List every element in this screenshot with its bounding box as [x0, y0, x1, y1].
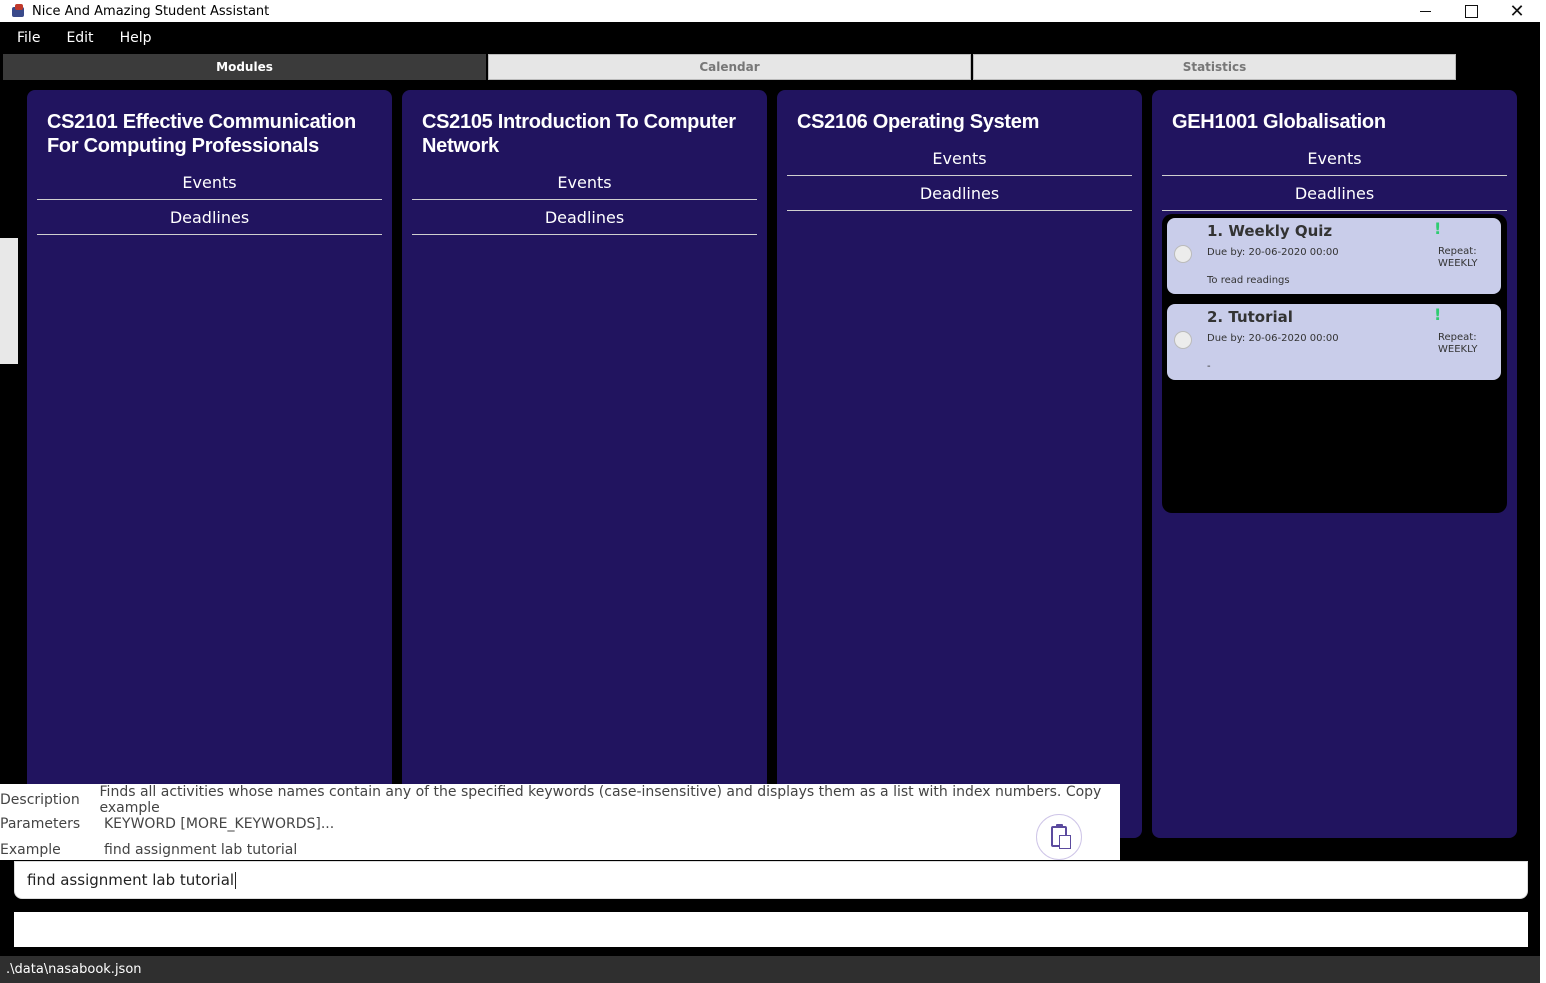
example-label: Example — [0, 842, 61, 858]
deadline-due: Due by: 20-06-2020 00:00 — [1207, 247, 1339, 258]
events-section: Events — [1162, 141, 1507, 176]
repeat-value: WEEKLY — [1438, 258, 1478, 269]
module-card: CS2106 Operating System Events Deadlines — [777, 90, 1142, 838]
module-title: GEH1001 Globalisation — [1172, 111, 1386, 133]
menu-edit[interactable]: Edit — [66, 30, 93, 46]
module-title: CS2106 Operating System — [797, 111, 1040, 133]
priority-icon: ! — [1434, 305, 1442, 324]
title-bar: Nice And Amazing Student Assistant ✕ — [0, 0, 1546, 22]
module-card: CS2105 Introduction To Computer Network … — [402, 90, 767, 838]
status-bar: .\data\nasabook.json — [0, 956, 1540, 983]
minimize-button[interactable] — [1402, 0, 1448, 22]
result-display — [14, 912, 1528, 947]
copy-example-button[interactable] — [1036, 814, 1082, 860]
menu-help[interactable]: Help — [120, 30, 152, 46]
text-caret — [235, 872, 237, 889]
deadline-card[interactable]: 1. Weekly Quiz Due by: 20-06-2020 00:00 … — [1167, 218, 1501, 294]
save-location: .\data\nasabook.json — [6, 962, 142, 977]
repeat-label: Repeat: — [1438, 332, 1477, 343]
example-text: find assignment lab tutorial — [104, 842, 298, 858]
module-card: GEH1001 Globalisation Events Deadlines 1… — [1152, 90, 1517, 838]
tab-calendar[interactable]: Calendar — [488, 54, 971, 80]
minimize-icon — [1419, 10, 1431, 12]
background-window-edge — [0, 238, 18, 364]
parameters-label: Parameters — [0, 816, 81, 832]
done-checkbox[interactable] — [1174, 331, 1192, 349]
deadlines-section: Deadlines — [787, 176, 1132, 211]
module-card: CS2101 Effective Communication For Compu… — [27, 90, 392, 838]
description-label: Description — [0, 792, 80, 808]
events-section: Events — [412, 165, 757, 200]
deadline-due: Due by: 20-06-2020 00:00 — [1207, 333, 1339, 344]
close-button[interactable]: ✕ — [1494, 0, 1540, 22]
deadline-card[interactable]: 2. Tutorial Due by: 20-06-2020 00:00 - !… — [1167, 304, 1501, 380]
close-icon: ✕ — [1509, 0, 1525, 22]
parameters-text: KEYWORD [MORE_KEYWORDS]... — [104, 816, 335, 832]
tab-modules[interactable]: Modules — [3, 54, 486, 80]
maximize-icon — [1464, 4, 1478, 18]
deadline-title: 1. Weekly Quiz — [1207, 222, 1333, 240]
maximize-button[interactable] — [1448, 0, 1494, 22]
command-text: find assignment lab tutorial — [27, 871, 235, 889]
clipboard-icon — [1051, 824, 1071, 849]
tab-statistics[interactable]: Statistics — [973, 54, 1456, 80]
deadline-list: 1. Weekly Quiz Due by: 20-06-2020 00:00 … — [1162, 214, 1507, 513]
background-window-edge-right — [1540, 22, 1546, 983]
description-text: Finds all activities whose names contain… — [99, 784, 1102, 816]
menu-bar: File Edit Help — [0, 22, 1540, 53]
command-input[interactable]: find assignment lab tutorial — [14, 861, 1528, 899]
done-checkbox[interactable] — [1174, 245, 1192, 263]
deadline-title: 2. Tutorial — [1207, 308, 1293, 326]
priority-icon: ! — [1434, 219, 1442, 238]
deadline-description: - — [1207, 361, 1211, 372]
deadlines-section: Deadlines — [37, 200, 382, 235]
module-title: CS2105 Introduction To Computer Network — [422, 111, 736, 157]
module-title: CS2101 Effective Communication For Compu… — [47, 111, 356, 157]
window-title: Nice And Amazing Student Assistant — [32, 3, 270, 19]
deadlines-section: Deadlines — [1162, 176, 1507, 211]
events-section: Events — [787, 141, 1132, 176]
repeat-value: WEEKLY — [1438, 344, 1478, 355]
app-icon — [10, 3, 26, 19]
menu-file[interactable]: File — [17, 30, 40, 46]
deadlines-section: Deadlines — [412, 200, 757, 235]
command-help-popup: Description Finds all activities whose n… — [0, 784, 1120, 860]
events-section: Events — [37, 165, 382, 200]
repeat-label: Repeat: — [1438, 246, 1477, 257]
deadline-description: To read readings — [1207, 275, 1290, 286]
